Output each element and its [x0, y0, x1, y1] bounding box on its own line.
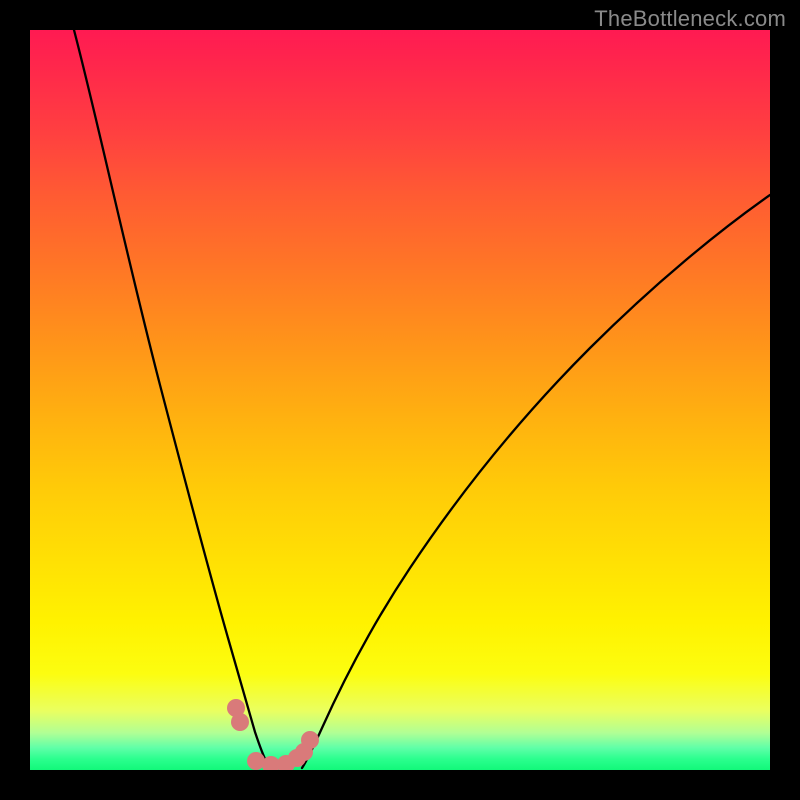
chart-frame: { "watermark": "TheBottleneck.com", "cha…	[0, 0, 800, 800]
plot-area	[30, 30, 770, 770]
curve-right-branch	[302, 195, 770, 768]
chart-svg	[30, 30, 770, 770]
watermark-text: TheBottleneck.com	[594, 6, 786, 32]
curve-left-branch	[74, 30, 270, 768]
trough-markers-group	[227, 699, 319, 770]
